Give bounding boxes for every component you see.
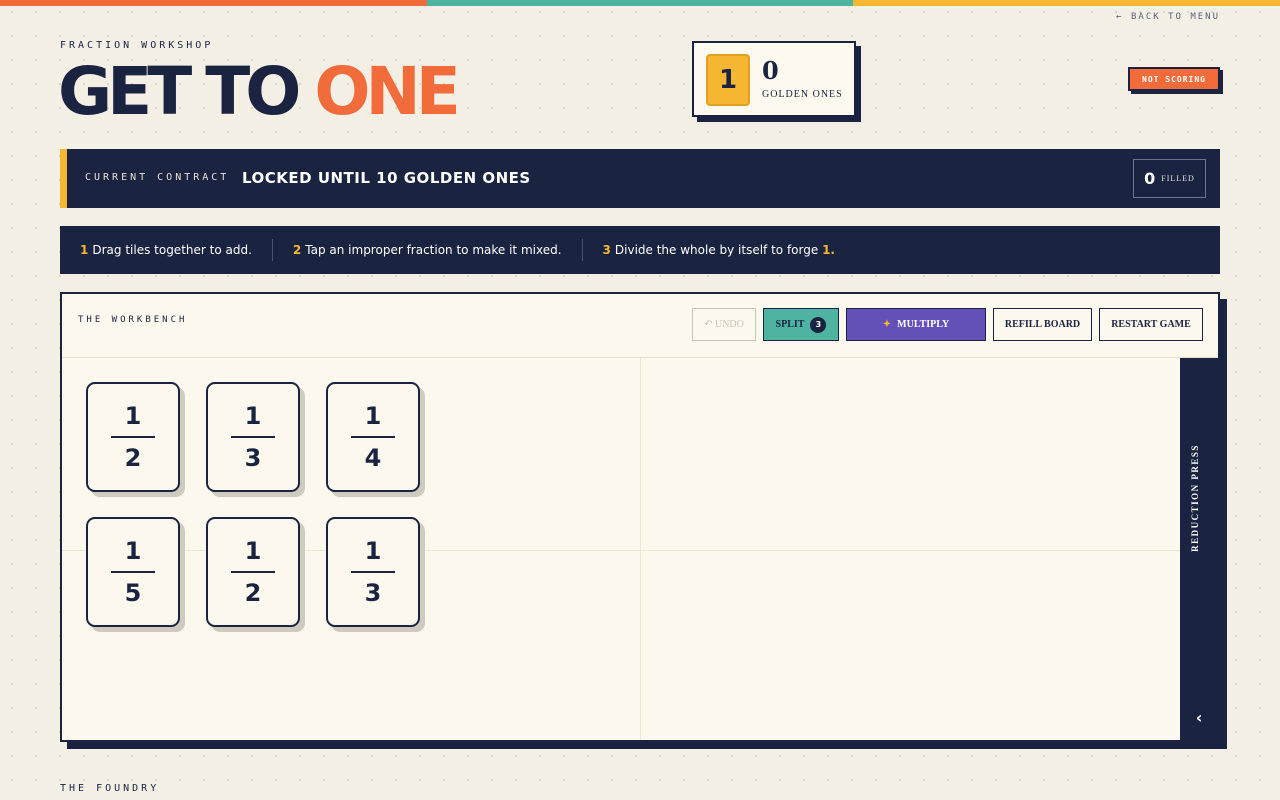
split-label: SPLIT <box>775 319 805 330</box>
filled-count: 0 <box>1144 169 1156 188</box>
refill-board-button[interactable]: REFILL BOARD <box>993 308 1092 341</box>
scoring-status-badge: NOT SCORING <box>1128 67 1220 91</box>
tile-numerator: 1 <box>364 537 382 565</box>
reduction-press-label: REDUCTION PRESS <box>1190 444 1200 552</box>
sparkle-icon: ✦ <box>882 319 892 330</box>
golden-ones-score-card: 1 0 GOLDEN ONES <box>692 41 856 117</box>
top-bar-gold <box>853 0 1280 6</box>
fraction-bar <box>231 436 275 438</box>
filled-label: FILLED <box>1161 174 1195 183</box>
tile-numerator: 1 <box>244 402 262 430</box>
foundry-section-title: THE FOUNDRY <box>60 783 160 794</box>
back-to-menu-link[interactable]: ← BACK TO MENU <box>1116 12 1220 22</box>
tile-denominator: 3 <box>244 444 262 472</box>
page-eyebrow: FRACTION WORKSHOP <box>60 40 214 51</box>
title-part-1: GET TO <box>58 53 301 130</box>
multiply-label: MULTIPLY <box>897 319 950 330</box>
instruction-step-2: 2 Tap an improper fraction to make it mi… <box>293 243 562 257</box>
golden-ones-count: 0 <box>762 56 779 85</box>
chevron-left-icon[interactable]: ‹ <box>1180 708 1218 727</box>
reduction-press-panel[interactable]: REDUCTION PRESS ‹ <box>1180 358 1218 740</box>
workbench-title: THE WORKBENCH <box>78 315 188 325</box>
step-text: Drag tiles together to add. <box>92 243 252 257</box>
instruction-step-3: 3 Divide the whole by itself to forge 1. <box>603 243 835 257</box>
step-number: 3 <box>602 243 611 257</box>
step-text: Tap an improper fraction to make it mixe… <box>305 243 562 257</box>
workbench-panel: THE WORKBENCH ↶ UNDO SPLIT 3 ✦ MULTIPLY … <box>60 292 1220 742</box>
top-bar-orange <box>0 0 427 6</box>
contract-status: LOCKED UNTIL 10 GOLDEN ONES <box>242 169 531 187</box>
step-divider <box>581 239 583 261</box>
tile-denominator: 4 <box>364 444 382 472</box>
golden-one-tile-icon: 1 <box>706 54 750 106</box>
fraction-tile[interactable]: 1 2 <box>86 382 180 492</box>
multiply-button[interactable]: ✦ MULTIPLY <box>846 308 986 341</box>
split-button[interactable]: SPLIT 3 <box>763 308 839 341</box>
fraction-bar <box>351 571 395 573</box>
tile-numerator: 1 <box>364 402 382 430</box>
split-count-badge: 3 <box>810 316 827 333</box>
top-bar-teal <box>426 0 854 6</box>
tile-denominator: 2 <box>124 444 142 472</box>
fraction-bar <box>351 436 395 438</box>
top-color-bar <box>0 0 1280 6</box>
fraction-tile[interactable]: 1 3 <box>326 517 420 627</box>
page-title: GET TO ONE <box>58 52 461 132</box>
fraction-bar <box>231 571 275 573</box>
filled-badge: 0 FILLED <box>1133 159 1206 198</box>
instruction-step-1: 1 Drag tiles together to add. <box>80 243 252 257</box>
undo-button[interactable]: ↶ UNDO <box>692 308 756 341</box>
title-part-2: ONE <box>314 53 460 130</box>
instructions-bar: 1 Drag tiles together to add. 2 Tap an i… <box>60 226 1220 274</box>
current-contract-bar: CURRENT CONTRACT LOCKED UNTIL 10 GOLDEN … <box>60 149 1220 208</box>
workbench-header: THE WORKBENCH ↶ UNDO SPLIT 3 ✦ MULTIPLY … <box>62 294 1218 358</box>
fraction-bar <box>111 571 155 573</box>
fraction-tile[interactable]: 1 2 <box>206 517 300 627</box>
golden-ones-label: GOLDEN ONES <box>762 89 843 100</box>
restart-game-button[interactable]: RESTART GAME <box>1099 308 1203 341</box>
step-number: 1 <box>80 243 89 257</box>
fraction-tile[interactable]: 1 5 <box>86 517 180 627</box>
step-number: 2 <box>292 243 302 257</box>
contract-label: CURRENT CONTRACT <box>85 172 230 183</box>
fraction-tile[interactable]: 1 4 <box>326 382 420 492</box>
tile-denominator: 2 <box>244 579 262 607</box>
tile-numerator: 1 <box>124 537 142 565</box>
step-text: Divide the whole by itself to forge <box>614 243 819 257</box>
tile-numerator: 1 <box>244 537 262 565</box>
tile-denominator: 5 <box>124 579 142 607</box>
step-divider <box>271 239 273 261</box>
tile-denominator: 3 <box>364 579 382 607</box>
fraction-tile[interactable]: 1 3 <box>206 382 300 492</box>
tile-numerator: 1 <box>124 402 142 430</box>
step-highlight: 1. <box>822 243 835 257</box>
fraction-bar <box>111 436 155 438</box>
